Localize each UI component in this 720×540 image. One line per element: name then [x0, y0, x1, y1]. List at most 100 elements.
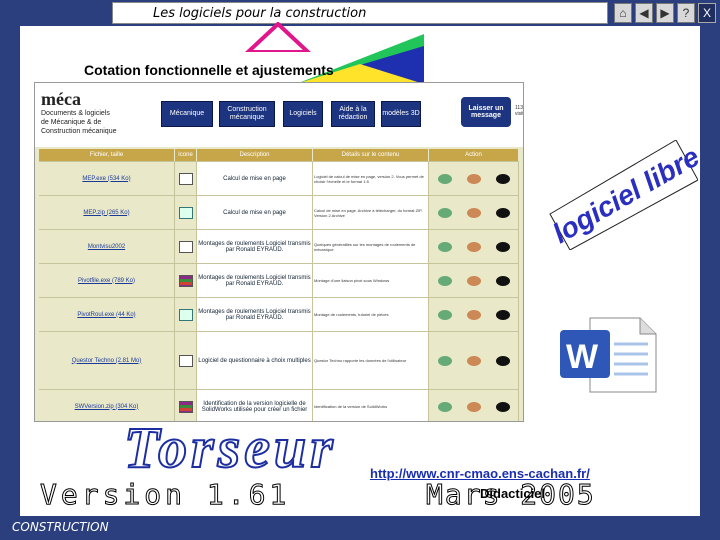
home-icon[interactable]	[466, 275, 481, 286]
action-cell	[429, 390, 519, 421]
logo-title: méca	[41, 89, 81, 109]
home-icon[interactable]	[466, 401, 481, 412]
help-icon: ?	[682, 6, 690, 20]
home-icon[interactable]	[466, 207, 481, 218]
file-link[interactable]: PivotRoul.exe (44 Ko)	[39, 298, 175, 331]
file-icon-cell	[175, 298, 197, 331]
table-row: Pivotfile.exe (789 Ko) Montages de roulem…	[39, 264, 519, 298]
view-icon[interactable]	[495, 355, 510, 366]
table-body: MEP.exe (534 Ko) Calcul de mise en page Lo…	[39, 162, 519, 421]
view-icon[interactable]	[495, 309, 510, 320]
visitor-counter: 11332 visiteurs	[515, 105, 523, 117]
leave-message-button[interactable]: Laisser un message	[461, 97, 511, 127]
next-button[interactable]: ▶	[656, 3, 674, 23]
column-header: Détails sur le contenu	[313, 149, 429, 161]
table-row: PivotRoul.exe (44 Ko) Montages de rouleme…	[39, 298, 519, 332]
file-type-icon	[178, 400, 193, 413]
table-row: MEP.exe (534 Ko) Calcul de mise en page Lo…	[39, 162, 519, 196]
detail-cell: Montage de roulements, tutoriel de pièce…	[313, 298, 429, 331]
column-header: Icone	[175, 149, 197, 161]
word-letter-icon: W	[566, 338, 599, 376]
title-box: Les logiciels pour la construction	[112, 2, 608, 24]
download-icon[interactable]	[437, 355, 452, 366]
file-icon-cell	[175, 264, 197, 297]
close-icon: X	[702, 6, 711, 20]
description-cell: Montages de roulements Logiciel transmis…	[197, 298, 313, 331]
file-icon-cell	[175, 162, 197, 195]
view-icon[interactable]	[495, 401, 510, 412]
arrow-left-icon: ◀	[639, 6, 649, 20]
file-icon-cell	[175, 332, 197, 389]
title-bar: Les logiciels pour la construction ⌂ ◀ ▶…	[0, 0, 720, 26]
home-icon[interactable]	[466, 309, 481, 320]
nav-buttons: ⌂ ◀ ▶ ? X	[614, 3, 716, 23]
view-icon[interactable]	[495, 207, 510, 218]
close-button[interactable]: X	[698, 3, 716, 23]
action-cell	[429, 162, 519, 195]
file-link[interactable]: Questor Techno (2.81 Mo)	[39, 332, 175, 389]
download-icon[interactable]	[437, 207, 452, 218]
file-type-icon	[178, 240, 193, 253]
logo-line: Construction mécanique	[41, 128, 117, 135]
action-cell	[429, 264, 519, 297]
file-icon-cell	[175, 230, 197, 263]
download-icon[interactable]	[437, 275, 452, 286]
description-cell: Montages de roulements Logiciel transmis…	[197, 230, 313, 263]
logo-line: de Mécanique & de	[41, 119, 102, 126]
view-icon[interactable]	[495, 173, 510, 184]
description-cell: Calcul de mise en page	[197, 196, 313, 229]
file-link[interactable]: MEP.zip (265 Ko)	[39, 196, 175, 229]
home-icon[interactable]	[466, 355, 481, 366]
website-link[interactable]: http://www.cnr-cmao.ens-cachan.fr/	[370, 466, 590, 481]
download-icon[interactable]	[437, 309, 452, 320]
home-icon: ⌂	[619, 6, 627, 20]
didacticiel-label: Didacticiel	[480, 486, 546, 501]
download-icon[interactable]	[437, 241, 452, 252]
table-header: Fichier, taille Icone Description Détail…	[39, 149, 519, 162]
arrow-right-icon: ▶	[660, 6, 670, 20]
website-header: méca Documents & logiciels de Mécanique …	[35, 83, 523, 147]
prev-button[interactable]: ◀	[635, 3, 653, 23]
detail-cell: Logiciel de calcul de mise en page, vers…	[313, 162, 429, 195]
view-icon[interactable]	[495, 241, 510, 252]
logiciel-libre-badge: logiciel libre	[548, 140, 698, 250]
detail-cell: Calcul de mise en page. Archive à téléch…	[313, 196, 429, 229]
torseur-logo: Torseur	[123, 415, 337, 480]
view-icon[interactable]	[495, 275, 510, 286]
download-icon[interactable]	[437, 401, 452, 412]
file-link[interactable]: Pivotfile.exe (789 Ko)	[39, 264, 175, 297]
action-cell	[429, 332, 519, 389]
word-document-icon: W	[560, 317, 657, 393]
file-link[interactable]: Montvisu2002	[39, 230, 175, 263]
footer-section-label: CONSTRUCTION	[12, 520, 109, 534]
file-link[interactable]: MEP.exe (534 Ko)	[39, 162, 175, 195]
download-icon[interactable]	[437, 173, 452, 184]
file-type-icon	[178, 172, 193, 185]
description-cell: Calcul de mise en page	[197, 162, 313, 195]
slide-heading: Cotation fonctionnelle et ajustements	[84, 62, 334, 78]
action-cell	[429, 196, 519, 229]
help-button[interactable]: ?	[677, 3, 695, 23]
meca-logo: méca Documents & logiciels de Mécanique …	[41, 89, 151, 141]
action-cell	[429, 230, 519, 263]
file-type-icon	[178, 354, 193, 367]
slide-window: Les logiciels pour la construction ⌂ ◀ ▶…	[0, 0, 720, 540]
menu-aide[interactable]: Aide à la rédaction	[331, 101, 375, 127]
left-frame	[0, 26, 20, 540]
slide-section-title: Les logiciels pour la construction	[153, 5, 367, 21]
menu-logiciels[interactable]: Logiciels	[283, 101, 323, 127]
version-label: Version 1.61	[39, 478, 291, 512]
menu-construction[interactable]: Construction mécanique	[219, 101, 275, 127]
menu-modeles[interactable]: modèles 3D	[381, 101, 421, 127]
home-icon[interactable]	[466, 173, 481, 184]
home-button[interactable]: ⌂	[614, 3, 632, 23]
file-type-icon	[178, 274, 193, 287]
menu-mecanique[interactable]: Mécanique	[161, 101, 213, 127]
detail-cell: Questor Techno rapporte les données de l…	[313, 332, 429, 389]
home-icon[interactable]	[466, 241, 481, 252]
column-header: Action	[429, 149, 519, 161]
detail-cell: Quelques généralités sur les montages de…	[313, 230, 429, 263]
description-cell: Montages de roulements Logiciel transmis…	[197, 264, 313, 297]
logiciel-libre-text: logiciel libre	[548, 141, 698, 250]
table-row: Montvisu2002 Montages de roulements Logic…	[39, 230, 519, 264]
